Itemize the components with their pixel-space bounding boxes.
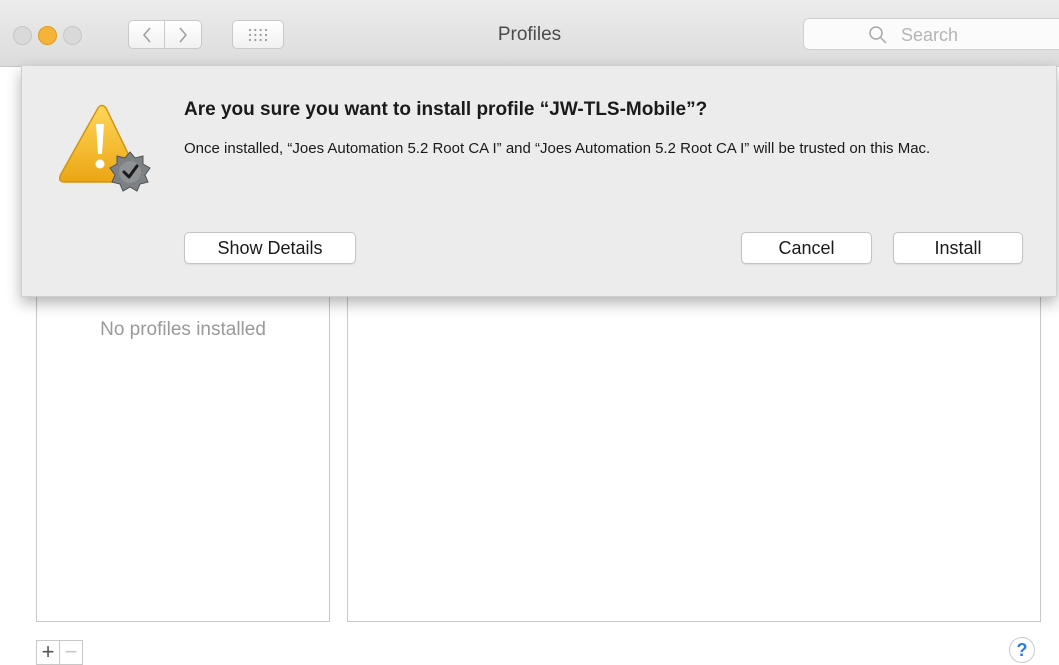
search-placeholder: Search: [901, 25, 959, 45]
dialog-message: Once installed, “Joes Automation 5.2 Roo…: [184, 140, 931, 157]
search-icon: [869, 26, 887, 44]
warning-icon: [58, 104, 151, 192]
show-details-button[interactable]: Show Details: [184, 232, 356, 264]
empty-list-text: No profiles installed: [100, 319, 266, 340]
add-profile-button[interactable]: +: [36, 640, 60, 665]
install-button[interactable]: Install: [893, 232, 1023, 264]
remove-profile-button[interactable]: −: [59, 640, 83, 665]
profile-detail-pane: [347, 296, 1041, 622]
help-button[interactable]: ?: [1009, 637, 1035, 663]
dialog-title: Are you sure you want to install profile…: [184, 99, 708, 120]
search-field[interactable]: Search: [803, 18, 1059, 50]
title-bar: Profiles Search: [0, 0, 1059, 67]
install-profile-dialog: Are you sure you want to install profile…: [21, 66, 1057, 297]
cancel-button[interactable]: Cancel: [741, 232, 872, 264]
profiles-list[interactable]: No profiles installed: [36, 296, 330, 622]
